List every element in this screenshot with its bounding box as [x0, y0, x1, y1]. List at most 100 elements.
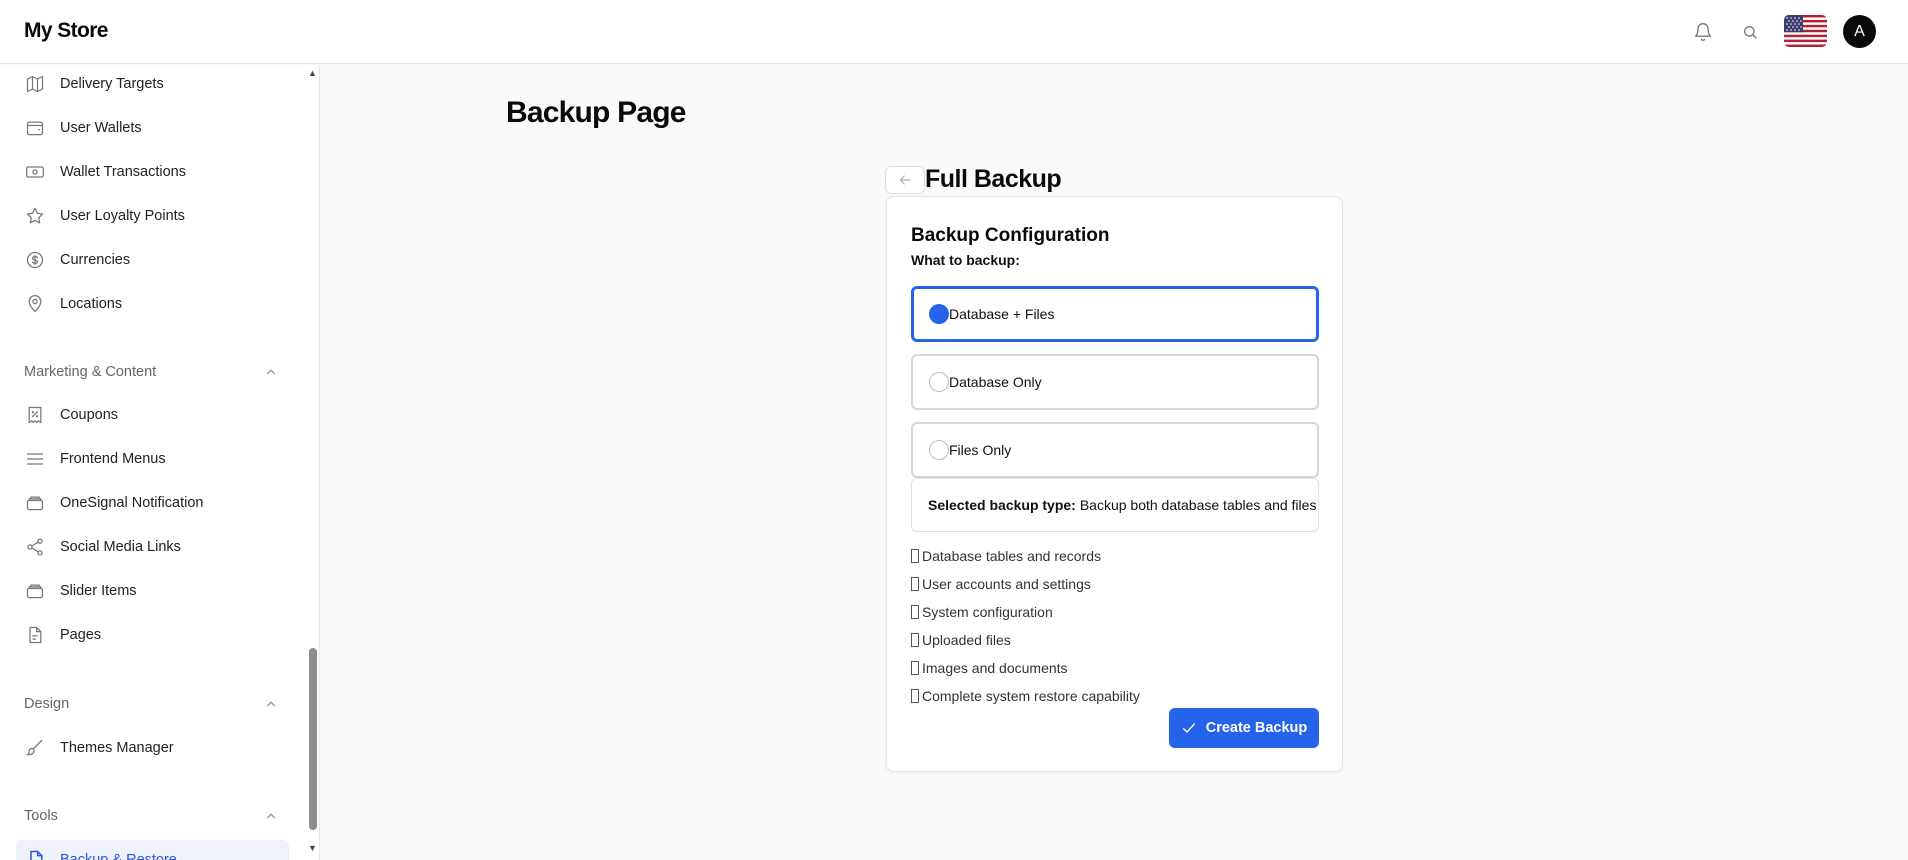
- summary-label: Selected backup type:: [928, 497, 1076, 513]
- sidebar-item-label: User Loyalty Points: [60, 208, 185, 224]
- missing-glyph-icon: [911, 689, 919, 703]
- sidebar-item-label: Slider Items: [60, 583, 137, 599]
- feature-label: Images and documents: [922, 660, 1068, 676]
- option-label: Database + Files: [949, 306, 1055, 322]
- create-backup-button[interactable]: Create Backup: [1169, 708, 1319, 748]
- file-icon: [30, 850, 43, 860]
- radio-unselected[interactable]: [929, 440, 949, 460]
- sidebar-item-label: Frontend Menus: [60, 451, 166, 467]
- sidebar-item-user-loyalty-points[interactable]: User Loyalty Points: [24, 198, 286, 234]
- menu-icon: [24, 448, 46, 470]
- sidebar-item-label: Themes Manager: [60, 740, 174, 756]
- button-label: Create Backup: [1205, 720, 1308, 736]
- us-flag-icon[interactable]: [1784, 15, 1827, 47]
- sidebar-item-label: Locations: [60, 296, 123, 312]
- layers-icon: [24, 580, 46, 602]
- feature-item: Database tables and records: [911, 548, 1101, 564]
- sidebar-item-label: Wallet Transactions: [60, 164, 186, 180]
- brand-title[interactable]: My Store: [24, 19, 108, 43]
- option-database-files[interactable]: Database + Files: [911, 286, 1319, 342]
- sidebar-item-pages[interactable]: Pages: [24, 617, 286, 653]
- chevron-up-icon: [266, 369, 276, 375]
- back-button[interactable]: [885, 166, 925, 194]
- sidebar-scrollbar[interactable]: ▲ ▼: [306, 65, 320, 860]
- sidebar-item-label: Coupons: [60, 407, 119, 423]
- card-subtitle: What to backup:: [911, 252, 1020, 268]
- layers-icon: [24, 492, 46, 514]
- feature-label: System configuration: [922, 604, 1053, 620]
- option-files-only[interactable]: Files Only: [911, 422, 1319, 478]
- dollar-circle-icon: [24, 249, 46, 271]
- sidebar-item-frontend-menus[interactable]: Frontend Menus: [24, 441, 286, 477]
- arrow-left-icon: [899, 175, 911, 185]
- sidebar-section-design[interactable]: Design: [24, 692, 278, 716]
- scroll-down-arrow-icon[interactable]: ▼: [308, 843, 317, 853]
- sidebar-section-label: Tools: [24, 808, 58, 824]
- search-icon[interactable]: [1738, 20, 1762, 44]
- sidebar-item-currencies[interactable]: Currencies: [24, 242, 286, 278]
- feature-item: Images and documents: [911, 660, 1068, 676]
- user-avatar[interactable]: A: [1843, 15, 1876, 48]
- selected-type-summary: Selected backup type: Backup both databa…: [911, 478, 1319, 532]
- sidebar-item-coupons[interactable]: Coupons: [24, 397, 286, 433]
- sidebar-item-label: OneSignal Notification: [60, 495, 204, 511]
- sidebar-item-label: Currencies: [60, 252, 131, 268]
- star-icon: [24, 205, 46, 227]
- section-heading: Full Backup: [925, 165, 1062, 193]
- sidebar-item-label: Social Media Links: [60, 539, 181, 555]
- chevron-up-icon: [266, 701, 276, 707]
- chevron-up-icon: [266, 813, 276, 819]
- map-pin-icon: [24, 293, 46, 315]
- radio-unselected[interactable]: [929, 372, 949, 392]
- scroll-thumb[interactable]: [309, 648, 317, 830]
- feature-label: Uploaded files: [922, 632, 1011, 648]
- sidebar-item-slider-items[interactable]: Slider Items: [24, 573, 286, 609]
- missing-glyph-icon: [911, 577, 919, 591]
- feature-item: User accounts and settings: [911, 576, 1091, 592]
- sidebar-item-social-media-links[interactable]: Social Media Links: [24, 529, 286, 565]
- sidebar-item-locations[interactable]: Locations: [24, 286, 286, 322]
- option-database-only[interactable]: Database Only: [911, 354, 1319, 410]
- banknote-icon: [24, 161, 46, 183]
- sidebar-section-label: Marketing & Content: [24, 364, 157, 380]
- missing-glyph-icon: [911, 661, 919, 675]
- feature-label: Complete system restore capability: [922, 688, 1140, 704]
- sidebar-item-onesignal-notification[interactable]: OneSignal Notification: [24, 485, 286, 521]
- card-title: Backup Configuration: [911, 225, 1110, 246]
- brush-icon: [24, 737, 46, 759]
- coupon-icon: [24, 404, 46, 426]
- share-icon: [24, 536, 46, 558]
- sidebar-item-delivery-targets[interactable]: Delivery Targets: [24, 66, 286, 102]
- option-label: Files Only: [949, 442, 1012, 458]
- sidebar-item-wallet-transactions[interactable]: Wallet Transactions: [24, 154, 286, 190]
- sidebar-section-tools[interactable]: Tools: [24, 804, 278, 828]
- feature-label: User accounts and settings: [922, 576, 1091, 592]
- file-text-icon: [24, 624, 46, 646]
- sidebar-item-label: User Wallets: [60, 120, 142, 136]
- sidebar-item-themes-manager[interactable]: Themes Manager: [24, 730, 286, 766]
- top-header: My Store A: [0, 0, 1908, 64]
- scroll-up-arrow-icon[interactable]: ▲: [308, 68, 317, 78]
- sidebar-item-label: Pages: [60, 627, 102, 643]
- summary-value: Backup both database tables and files: [1079, 497, 1317, 513]
- bell-icon[interactable]: [1691, 20, 1715, 44]
- option-label: Database Only: [949, 374, 1042, 390]
- feature-item: Complete system restore capability: [911, 688, 1140, 704]
- wallet-icon: [24, 117, 46, 139]
- map-icon: [24, 73, 46, 95]
- sidebar-item-label: Backup & Restore: [60, 852, 177, 860]
- sidebar-section-marketing[interactable]: Marketing & Content: [24, 360, 278, 384]
- missing-glyph-icon: [911, 633, 919, 647]
- check-icon: [1182, 723, 1195, 733]
- feature-label: Database tables and records: [922, 548, 1101, 564]
- missing-glyph-icon: [911, 605, 919, 619]
- backup-configuration-card: Backup Configuration What to backup: Dat…: [886, 196, 1343, 772]
- radio-selected[interactable]: [929, 304, 949, 324]
- sidebar: Delivery Targets User Wallets Wallet Tra…: [0, 65, 320, 860]
- missing-glyph-icon: [911, 549, 919, 563]
- sidebar-item-user-wallets[interactable]: User Wallets: [24, 110, 286, 146]
- page-title: Backup Page: [506, 96, 686, 129]
- feature-item: Uploaded files: [911, 632, 1011, 648]
- sidebar-item-label: Delivery Targets: [60, 76, 164, 92]
- feature-item: System configuration: [911, 604, 1053, 620]
